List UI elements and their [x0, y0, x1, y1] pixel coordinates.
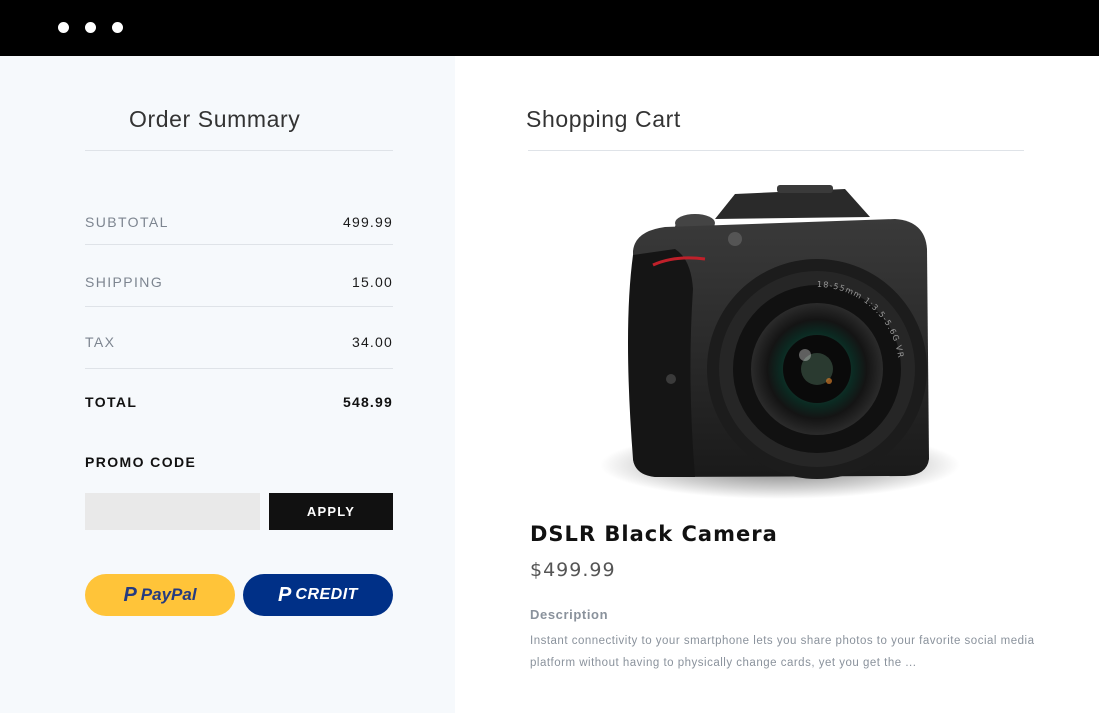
window-dot-3[interactable] [112, 22, 123, 33]
dslr-camera-image: 18-55mm 1:3.5-5.6G VR [595, 179, 965, 509]
divider [85, 150, 393, 151]
tax-label: TAX [85, 334, 116, 350]
shipping-label: SHIPPING [85, 274, 164, 290]
subtotal-value: 499.99 [342, 214, 393, 230]
divider [85, 244, 393, 245]
paypal-p-icon: P [123, 584, 137, 606]
paypal-p-icon: P [278, 584, 292, 606]
window-titlebar [0, 0, 1099, 56]
shopping-cart-panel: Shopping Cart 18-55mm 1:3.5-5.6G VR DSLR… [455, 56, 1099, 713]
window-dot-1[interactable] [58, 22, 69, 33]
product-price: $499.99 [530, 559, 616, 581]
credit-label: CREDIT [295, 586, 358, 603]
window-dot-2[interactable] [85, 22, 96, 33]
paypal-brand-label: PayPal [140, 585, 197, 604]
apply-promo-button[interactable]: APPLY [269, 493, 393, 530]
product-name: DSLR Black Camera [530, 522, 778, 546]
shopping-cart-title: Shopping Cart [526, 106, 681, 132]
divider [528, 150, 1024, 151]
description-title: Description [530, 607, 609, 622]
tax-value: 34.00 [351, 334, 393, 350]
shipping-value: 15.00 [351, 274, 393, 290]
subtotal-label: SUBTOTAL [85, 214, 169, 230]
promo-code-label: PROMO CODE [85, 454, 197, 470]
total-label: TOTAL [85, 394, 138, 410]
paypal-button[interactable]: P PayPal [85, 574, 235, 616]
product-description: Instant connectivity to your smartphone … [530, 635, 1035, 669]
divider [85, 306, 393, 307]
total-value: 548.99 [342, 394, 393, 410]
order-summary-title: Order Summary [129, 106, 301, 132]
order-summary-panel: Order Summary SUBTOTAL 499.99 SHIPPING 1… [0, 56, 455, 713]
promo-code-input[interactable] [85, 493, 260, 530]
divider [85, 368, 393, 369]
paypal-credit-button[interactable]: P CREDIT [243, 574, 393, 616]
